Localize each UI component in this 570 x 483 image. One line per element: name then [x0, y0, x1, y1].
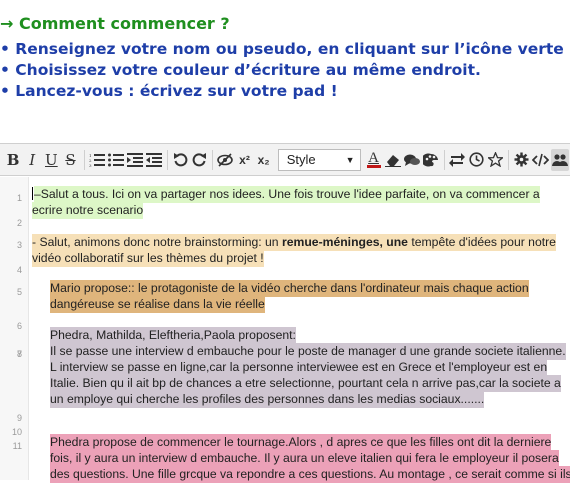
line-number: 10 — [11, 427, 22, 437]
undo-icon[interactable] — [171, 149, 189, 171]
eraser-icon[interactable] — [384, 149, 402, 171]
author-text-bold-segment: remue-méninges, une — [281, 234, 408, 251]
line-number: 4 — [16, 265, 22, 275]
pad-line: ecrire notre scenario — [32, 202, 570, 219]
line-number: 1 — [16, 193, 22, 203]
line-number: 3 — [16, 240, 22, 250]
line-number-gutter: 1 2 3 4 5 6 7 9 10 11 — [0, 177, 29, 480]
pad-line: - Salut, animons donc notre brainstormin… — [32, 234, 570, 251]
author-text-segment: vidéo collaboratif sur les thèmes du pro… — [32, 250, 264, 267]
line-number: 5 — [16, 287, 22, 297]
chat-icon[interactable] — [403, 149, 421, 171]
subscript-icon[interactable]: x₂ — [255, 149, 273, 171]
superscript-icon[interactable]: x² — [235, 149, 253, 171]
clear-authorship-icon[interactable] — [216, 149, 234, 171]
pad-line: des questions. Une fille grcque va repon… — [50, 466, 570, 483]
pad-line: dangéreuse se réalise dans la vie réelle — [50, 296, 570, 313]
intro-heading: → Comment commencer ? — [0, 14, 230, 33]
author-text-segment: - Salut, animons donc notre brainstormin… — [32, 234, 282, 251]
author-text-segment: Il se passe une interview d embauche pou… — [50, 343, 566, 360]
indent-icon[interactable] — [126, 149, 144, 171]
author-text-segment: Mario propose:: le protagoniste de la vi… — [50, 280, 529, 297]
svg-text:3: 3 — [89, 163, 92, 167]
underline-icon[interactable]: U — [42, 149, 60, 171]
ordered-list-icon[interactable]: 123 — [88, 149, 106, 171]
line-number: 9 — [16, 413, 22, 423]
intro-step-2: • Choisissez votre couleur d’écriture au… — [0, 61, 481, 79]
text-cursor — [32, 187, 33, 200]
pad-line: Mario propose:: le protagoniste de la vi… — [50, 280, 570, 297]
outdent-icon[interactable] — [145, 149, 163, 171]
font-color-swatch — [366, 165, 381, 168]
author-text-segment: L interview se passe en ligne,car la per… — [50, 359, 548, 376]
gear-icon[interactable] — [512, 149, 530, 171]
pad-line: –Salut a tous. Ici on va partager nos id… — [32, 186, 570, 203]
unordered-list-icon[interactable] — [107, 149, 125, 171]
pad-editor[interactable]: 1 2 3 4 5 6 7 9 10 11 –Salut a tous. Ici… — [0, 177, 570, 483]
font-color-icon[interactable]: A — [365, 149, 383, 171]
chevron-down-icon: ▼ — [345, 154, 355, 165]
pad-line: vidéo collaboratif sur les thèmes du pro… — [32, 250, 570, 267]
toolbar-divider — [444, 149, 446, 170]
strikethrough-icon[interactable]: S — [61, 149, 79, 171]
author-text-segment: Phedra, Mathilda, Eleftheria,Paola propo… — [50, 327, 296, 344]
import-export-icon[interactable] — [448, 149, 466, 171]
intro-step-1: • Renseignez votre nom ou pseudo, en cli… — [0, 40, 570, 58]
author-text-segment: tempête d'idées pour notre — [407, 234, 556, 251]
line-number: 2 — [16, 218, 22, 228]
author-text-segment: des questions. Une fille grcque va repon… — [50, 466, 570, 483]
embed-icon[interactable] — [532, 149, 550, 171]
author-text-segment: un employe qui cherche les profiles des … — [50, 391, 485, 408]
pad-line: un employe qui cherche les profiles des … — [50, 391, 570, 408]
intro-step-3: • Lancez-vous : écrivez sur votre pad ! — [0, 82, 338, 100]
style-select[interactable]: Style ▼ — [277, 148, 361, 171]
style-select-label: Style — [286, 152, 316, 167]
history-icon[interactable] — [467, 149, 485, 171]
pad-line: Italie. Bien qu il ait bp de chances a e… — [50, 375, 570, 392]
editor-toolbar: B I U S 123 x² x₂ Style ▼ A — [0, 143, 570, 176]
author-text-segment: –Salut a tous. Ici on va partager nos id… — [34, 186, 540, 203]
line-number: 11 — [12, 441, 22, 451]
line-number: 8 — [16, 349, 22, 359]
star-icon[interactable] — [486, 149, 504, 171]
author-text-segment: Italie. Bien qu il ait bp de chances a e… — [50, 375, 561, 392]
author-text-segment: Phedra propose de commencer le tournage.… — [50, 434, 552, 451]
pad-line: fois, il y aura un interview d embauche.… — [50, 450, 570, 467]
italic-icon[interactable]: I — [23, 149, 41, 171]
pad-line: Phedra propose de commencer le tournage.… — [50, 434, 570, 451]
author-text-segment: fois, il y aura un interview d embauche.… — [50, 450, 559, 467]
toolbar-divider — [167, 149, 169, 170]
palette-icon[interactable] — [422, 149, 440, 171]
redo-icon[interactable] — [190, 149, 208, 171]
intro-panel: → Comment commencer ? • Renseignez votre… — [0, 0, 570, 142]
bold-icon[interactable]: B — [4, 149, 22, 171]
pad-line: L interview se passe en ligne,car la per… — [50, 359, 570, 376]
users-icon[interactable] — [550, 148, 569, 171]
author-text-segment: dangéreuse se réalise dans la vie réelle — [50, 296, 265, 313]
toolbar-divider — [83, 149, 85, 170]
author-text-segment: ecrire notre scenario — [32, 202, 144, 219]
pad-line: Phedra, Mathilda, Eleftheria,Paola propo… — [50, 327, 570, 344]
toolbar-divider — [508, 149, 510, 170]
font-color-letter: A — [368, 150, 379, 166]
toolbar-divider — [212, 149, 214, 170]
line-number: 6 — [16, 321, 22, 331]
pad-line: Il se passe une interview d embauche pou… — [50, 343, 570, 360]
